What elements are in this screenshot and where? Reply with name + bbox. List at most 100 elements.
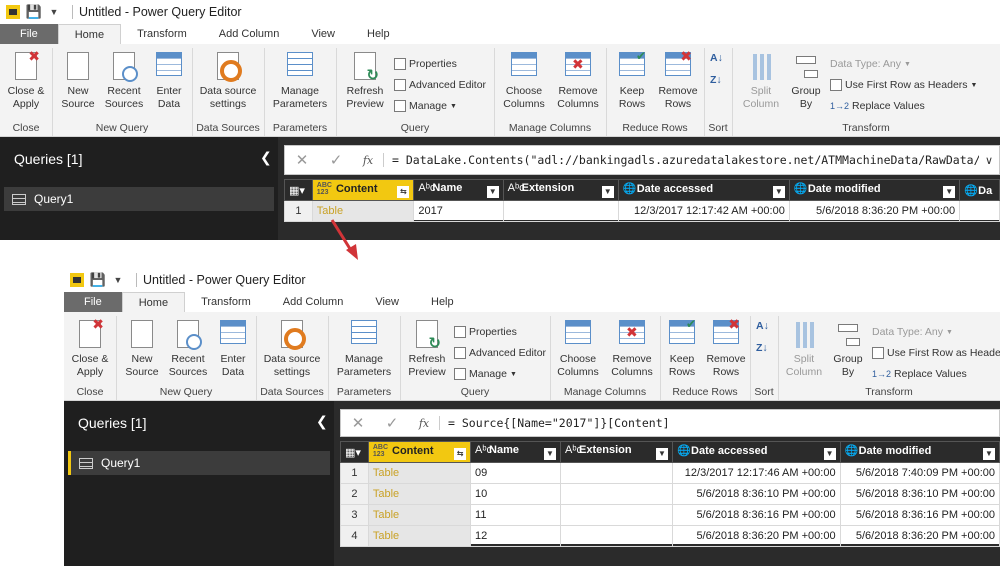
- filter-dropdown-icon[interactable]: ▼: [943, 186, 956, 198]
- cancel-formula-icon[interactable]: ✕: [341, 414, 375, 432]
- tab-help[interactable]: Help: [415, 292, 470, 312]
- choose-columns-button[interactable]: Choose Columns: [498, 50, 550, 111]
- column-header-date-accessed[interactable]: 🌐Date accessed ▼: [672, 441, 841, 463]
- column-header-extension[interactable]: AᵇcExtension ▼: [502, 179, 619, 201]
- close-apply-button[interactable]: ✖ Close & Apply: [66, 317, 114, 379]
- advanced-editor-button[interactable]: Advanced Editor: [394, 79, 486, 91]
- group-by-button[interactable]: Group By: [828, 318, 868, 379]
- column-header-content[interactable]: ABC 123 Content ⇆: [367, 441, 472, 463]
- properties-button[interactable]: Properties: [394, 58, 457, 70]
- tab-transform[interactable]: Transform: [185, 292, 267, 312]
- tab-home[interactable]: Home: [121, 292, 186, 313]
- table-menu-icon[interactable]: ▦▾: [284, 179, 313, 201]
- tab-transform[interactable]: Transform: [121, 24, 203, 44]
- query-item[interactable]: Query1: [4, 187, 274, 211]
- sort-ascending-icon[interactable]: A↓: [710, 52, 723, 64]
- table-row[interactable]: 1 Table 09 12/3/2017 12:17:46 AM +00:00 …: [340, 462, 1000, 484]
- refresh-preview-button[interactable]: ↻ Refresh Preview: [340, 50, 390, 111]
- column-header-date-created[interactable]: 🌐Da: [959, 179, 1000, 201]
- filter-dropdown-icon[interactable]: ▼: [823, 448, 836, 460]
- table-link[interactable]: Table: [367, 504, 472, 526]
- formula-input[interactable]: = Source{[Name="2017"]}[Content]: [439, 416, 999, 430]
- column-header-name[interactable]: AᵇcName ▼: [470, 441, 562, 463]
- data-source-settings-button[interactable]: Data source settings: [196, 50, 260, 111]
- remove-columns-button[interactable]: ✖ Remove Columns: [606, 318, 658, 379]
- manage-parameters-button[interactable]: Manage Parameters: [332, 318, 396, 379]
- manage-parameters-button[interactable]: Manage Parameters: [268, 50, 332, 111]
- query-item[interactable]: Query1: [68, 451, 330, 475]
- remove-columns-button[interactable]: ✖ Remove Columns: [552, 50, 604, 111]
- column-header-content[interactable]: ABC 123 Content ⇆: [311, 179, 415, 201]
- manage-button[interactable]: Manage ▼: [454, 368, 517, 380]
- table-link[interactable]: Table: [367, 525, 472, 547]
- enter-data-button[interactable]: Enter Data: [150, 50, 188, 111]
- expand-icon[interactable]: ⇆: [397, 186, 410, 198]
- commit-formula-icon[interactable]: ✓: [375, 414, 409, 432]
- split-column-button[interactable]: Split Column: [780, 318, 828, 379]
- use-first-row-as-headers-button[interactable]: Use First Row as Headers ▼: [830, 79, 977, 91]
- tab-help[interactable]: Help: [351, 24, 406, 44]
- sort-descending-icon[interactable]: Z↓: [756, 342, 768, 354]
- commit-formula-icon[interactable]: ✓: [319, 151, 353, 169]
- properties-button[interactable]: Properties: [454, 326, 517, 338]
- close-apply-button[interactable]: ✖ Close & Apply: [2, 49, 50, 111]
- tab-file[interactable]: File: [64, 292, 122, 312]
- tab-add-column[interactable]: Add Column: [267, 292, 360, 312]
- remove-rows-button[interactable]: ✖ Remove Rows: [656, 49, 700, 111]
- data-type-dropdown[interactable]: Data Type: Any ▼: [830, 58, 911, 70]
- fx-icon[interactable]: fx: [353, 154, 383, 167]
- tab-view[interactable]: View: [295, 24, 351, 44]
- column-header-extension[interactable]: AᵇcExtension ▼: [560, 441, 674, 463]
- tab-home[interactable]: Home: [57, 24, 122, 45]
- refresh-preview-button[interactable]: ↻ Refresh Preview: [402, 318, 452, 379]
- sort-descending-icon[interactable]: Z↓: [710, 74, 722, 86]
- expand-icon[interactable]: ⇆: [454, 448, 467, 460]
- quick-access-dropdown-icon[interactable]: ▼: [110, 272, 126, 288]
- formula-input[interactable]: = DataLake.Contents("adl://bankingadls.a…: [383, 153, 979, 167]
- manage-button[interactable]: Manage ▼: [394, 100, 457, 112]
- collapse-pane-icon[interactable]: ❮: [316, 413, 328, 430]
- filter-dropdown-icon[interactable]: ▼: [544, 448, 557, 460]
- keep-rows-button[interactable]: ✔ Keep Rows: [610, 50, 654, 111]
- remove-rows-button[interactable]: ✖ Remove Rows: [704, 317, 748, 379]
- column-header-date-accessed[interactable]: 🌐Date accessed ▼: [617, 179, 790, 201]
- table-row[interactable]: 3 Table 11 5/6/2018 8:36:16 PM +00:00 5/…: [340, 504, 1000, 526]
- save-icon[interactable]: 💾: [90, 272, 106, 288]
- filter-dropdown-icon[interactable]: ▼: [656, 448, 669, 460]
- replace-values-button[interactable]: 1→2 Replace Values: [830, 100, 925, 112]
- replace-values-button[interactable]: 1→2 Replace Values: [872, 368, 967, 380]
- table-menu-icon[interactable]: ▦▾: [340, 441, 369, 463]
- data-type-dropdown[interactable]: Data Type: Any ▼: [872, 326, 953, 338]
- collapse-pane-icon[interactable]: ❮: [260, 149, 272, 166]
- quick-access-dropdown-icon[interactable]: ▼: [46, 4, 62, 20]
- tab-file[interactable]: File: [0, 24, 58, 44]
- column-header-name[interactable]: AᵇcName ▼: [413, 179, 504, 201]
- table-link[interactable]: Table: [367, 462, 472, 484]
- table-row[interactable]: 1 Table 2017 12/3/2017 12:17:42 AM +00:0…: [284, 200, 1000, 222]
- enter-data-button[interactable]: Enter Data: [214, 318, 252, 379]
- new-source-button[interactable]: New Source: [120, 318, 164, 379]
- expand-formula-icon[interactable]: ∨: [979, 154, 999, 167]
- table-row[interactable]: 4 Table 12 5/6/2018 8:36:20 PM +00:00 5/…: [340, 525, 1000, 547]
- advanced-editor-button[interactable]: Advanced Editor: [454, 347, 546, 359]
- new-source-button[interactable]: New Source: [56, 50, 100, 111]
- keep-rows-button[interactable]: ✔ Keep Rows: [660, 318, 704, 379]
- sort-ascending-icon[interactable]: A↓: [756, 320, 769, 332]
- data-source-settings-button[interactable]: Data source settings: [260, 318, 324, 379]
- filter-dropdown-icon[interactable]: ▼: [983, 448, 995, 460]
- tab-add-column[interactable]: Add Column: [203, 24, 296, 44]
- split-column-button[interactable]: Split Column: [736, 50, 786, 111]
- recent-sources-button[interactable]: Recent Sources: [100, 50, 148, 111]
- tab-view[interactable]: View: [359, 292, 415, 312]
- column-header-date-modified[interactable]: 🌐Date modified ▼: [839, 441, 1000, 463]
- table-link[interactable]: Table: [367, 483, 472, 505]
- filter-dropdown-icon[interactable]: ▼: [601, 186, 614, 198]
- filter-dropdown-icon[interactable]: ▼: [486, 186, 499, 198]
- filter-dropdown-icon[interactable]: ▼: [772, 186, 785, 198]
- table-row[interactable]: 2 Table 10 5/6/2018 8:36:10 PM +00:00 5/…: [340, 483, 1000, 505]
- save-icon[interactable]: 💾: [26, 4, 42, 20]
- cancel-formula-icon[interactable]: ✕: [285, 151, 319, 169]
- choose-columns-button[interactable]: Choose Columns: [552, 318, 604, 379]
- column-header-date-modified[interactable]: 🌐Date modified ▼: [788, 179, 961, 201]
- use-first-row-as-headers-button[interactable]: Use First Row as Headers: [872, 347, 1000, 359]
